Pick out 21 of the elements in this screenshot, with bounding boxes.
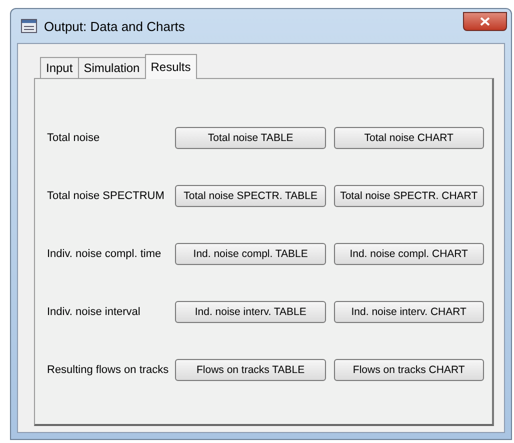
output-button[interactable]: Total noise SPECTR. CHART [334,185,484,207]
output-button[interactable]: Total noise TABLE [175,127,326,149]
output-button[interactable]: Ind. noise interv. CHART [334,301,484,323]
tab[interactable]: Input [40,57,79,78]
row-label: Total noise [47,132,101,144]
output-button[interactable]: Flows on tracks TABLE [175,359,326,381]
row-label: Resulting flows on tracks [47,364,170,376]
row-label: Total noise SPECTRUM [47,190,166,202]
window-icon [21,19,37,33]
close-icon [480,16,490,26]
window-title: Output: Data and Charts [44,18,186,34]
output-button[interactable]: Total noise CHART [334,127,484,149]
tab[interactable]: Results [144,54,197,79]
output-button[interactable]: Ind. noise compl. TABLE [175,243,326,265]
output-button[interactable]: Ind. noise interv. TABLE [175,301,326,323]
output-button[interactable]: Flows on tracks CHART [334,359,484,381]
output-button[interactable]: Total noise SPECTR. TABLE [175,185,326,207]
row-label: Indiv. noise interval [47,306,142,318]
row-label: Indiv. noise compl. time [47,248,162,260]
output-button[interactable]: Ind. noise compl. CHART [334,243,484,265]
close-button[interactable] [463,12,507,30]
